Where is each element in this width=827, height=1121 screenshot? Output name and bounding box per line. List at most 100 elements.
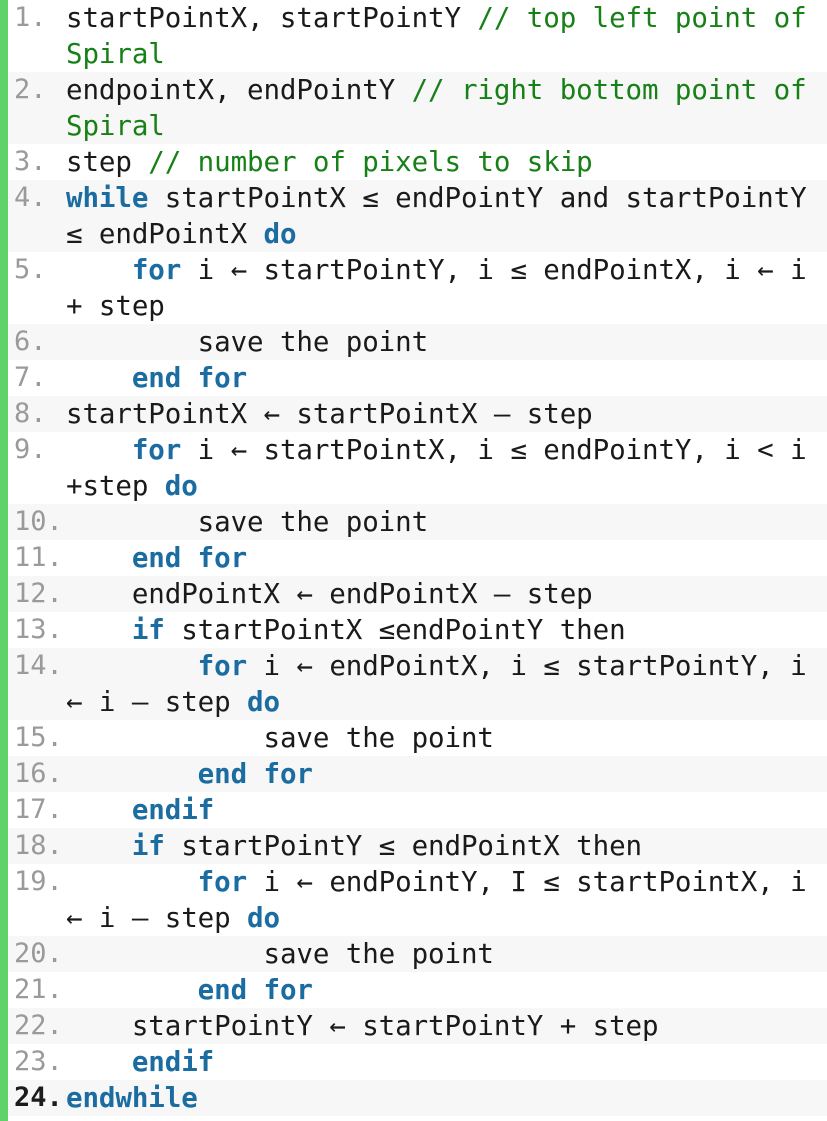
code-comment: // number of pixels to skip [148,146,593,178]
code-text: startPointX ← startPointX – step [66,398,593,430]
code-line-text: startPointX ← startPointX – step [66,396,827,432]
line-number: 12. [14,578,63,609]
code-line-text: if startPointX ≤endPointY then [66,612,827,648]
code-text: endPointX ← endPointX – step [66,578,593,610]
code-keyword: do [263,218,297,250]
line-number: 11. [14,542,63,573]
code-line-text: endif [66,792,827,828]
code-text: startPointY ≤ endPointX then [164,830,642,862]
code-text: startPointX ≤ endPointY and startPointY … [66,182,824,250]
code-line: 24. endwhile [8,1080,827,1116]
code-line: 13. if startPointX ≤endPointY then [8,612,827,648]
code-line: 4. while startPointX ≤ endPointY and star… [8,180,827,252]
code-keyword: endif [131,1046,215,1078]
code-text: save the point [66,722,494,754]
code-line-text: for i ← startPointX, i ≤ endPointY, i < … [66,432,827,504]
line-number: 6. [14,326,47,357]
code-keyword: end for [131,362,248,394]
line-number: 22. [14,1010,63,1041]
code-keyword: end for [197,758,313,790]
code-line-text: endPointX ← endPointX – step [66,576,827,612]
code-text: startPointX ≤endPointY then [164,614,626,646]
line-number: 8. [14,398,47,429]
code-line: 20. save the point [8,936,827,972]
code-line-text: save the point [66,504,827,540]
line-number: 5. [14,254,47,285]
code-line: 22. startPointY ← startPointY + step [8,1008,827,1044]
code-line: 6. save the point [8,324,827,360]
line-number: 15. [14,722,63,753]
code-keyword: do [247,902,280,934]
code-keyword: end for [197,974,313,1006]
code-line-text: endif [66,1044,827,1080]
code-line-text: for i ← startPointY, i ≤ endPointX, i ← … [66,252,827,324]
line-number: 2. [14,74,47,105]
line-number: 3. [14,146,47,177]
code-line-text: for i ← endPointY, I ≤ startPointX, i ← … [66,864,827,936]
code-line: 19. for i ← endPointY, I ≤ startPointX, … [8,864,827,936]
code-line: 12. endPointX ← endPointX – step [8,576,827,612]
code-text: startPointX, startPointY [66,2,478,34]
code-text: step [66,146,149,178]
code-line-text: endwhile [66,1080,827,1116]
code-line-text: end for [66,360,827,396]
code-line: 23. endif [8,1044,827,1080]
line-number: 20. [14,938,63,969]
code-keyword: end for [131,542,248,574]
code-line: 1. startPointX, startPointY // top left p… [8,0,827,72]
code-line: 9. for i ← startPointX, i ≤ endPointY, i… [8,432,827,504]
code-text: save the point [66,326,429,358]
code-line-text: while startPointX ≤ endPointY and startP… [66,180,827,252]
code-line: 5. for i ← startPointY, i ≤ endPointX, i… [8,252,827,324]
code-line-text: step // number of pixels to skip [66,144,827,180]
code-keyword: if [131,614,165,646]
line-number: 24. [14,1082,63,1113]
line-number: 14. [14,650,63,681]
line-number: 23. [14,1046,63,1077]
code-line-text: end for [66,540,827,576]
line-number: 9. [14,434,47,465]
code-line-text: end for [66,756,827,792]
code-line: 14. for i ← endPointX, i ≤ startPointY, … [8,648,827,720]
line-number: 10. [14,506,63,537]
code-text: endpointX, endPointY [66,74,412,106]
code-line: 10. save the point [8,504,827,540]
code-line-text: endpointX, endPointY // right bottom poi… [66,72,827,144]
code-line-text: save the point [66,324,827,360]
line-number: 19. [14,866,63,897]
code-listing: 1. startPointX, startPointY // top left p… [0,0,827,1121]
code-keyword: for [131,434,182,466]
line-number: 21. [14,974,63,1005]
code-line-text: for i ← endPointX, i ≤ startPointY, i ← … [66,648,827,720]
code-line-text: save the point [66,720,827,756]
code-text: save the point [66,506,429,538]
code-text: startPointY ← startPointY + step [66,1010,659,1042]
line-number: 1. [14,2,47,33]
code-line-text: startPointY ← startPointY + step [66,1008,827,1044]
code-line: 16. end for [8,756,827,792]
code-line-text: if startPointY ≤ endPointX then [66,828,827,864]
code-line-text: save the point [66,936,827,972]
line-number: 16. [14,758,63,789]
code-line-text: end for [66,972,827,1008]
code-keyword: do [247,686,280,718]
code-keyword: endwhile [66,1082,198,1114]
code-line: 11. end for [8,540,827,576]
code-keyword: if [131,830,165,862]
code-line: 17. endif [8,792,827,828]
code-line: 3. step // number of pixels to skip [8,144,827,180]
line-number: 13. [14,614,63,645]
code-keyword: for [197,650,248,682]
line-number: 18. [14,830,63,861]
code-keyword: do [164,470,198,502]
code-keyword: while [66,182,149,214]
